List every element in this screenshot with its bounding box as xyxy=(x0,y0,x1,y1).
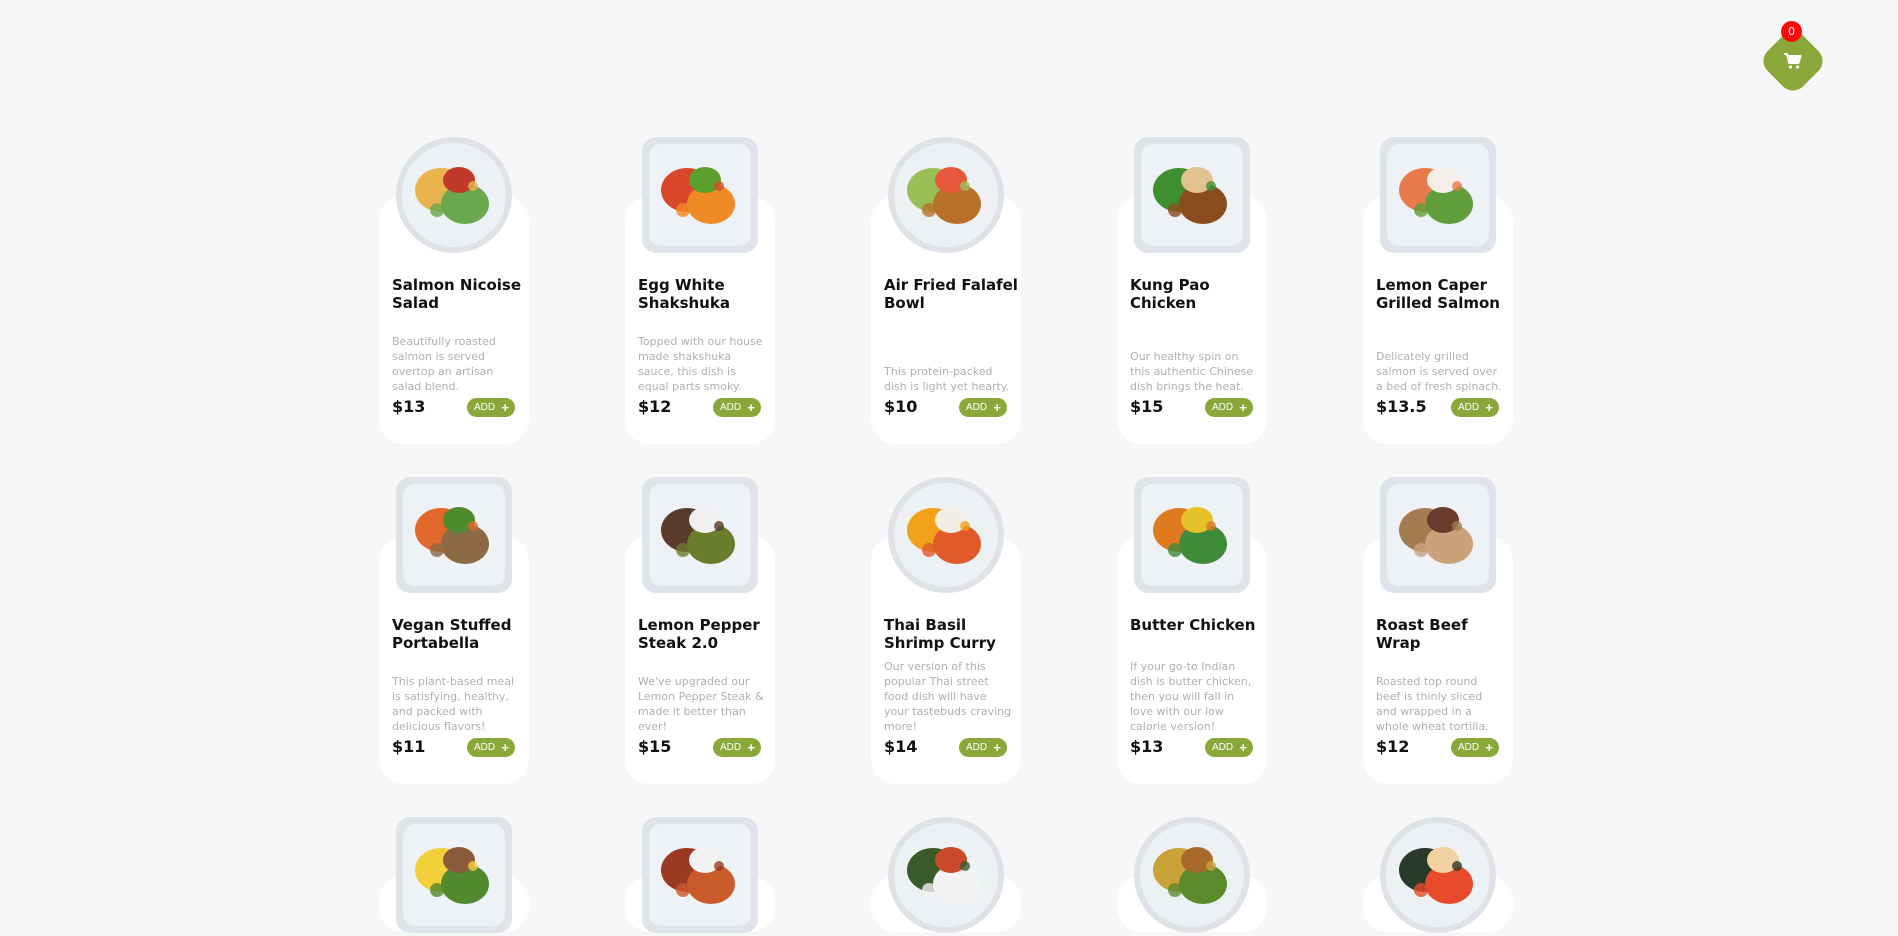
dish-image[interactable] xyxy=(393,134,515,256)
plus-icon: + xyxy=(993,400,1001,415)
dish-description: Our healthy spin on this authentic Chine… xyxy=(1130,350,1254,393)
dish-image[interactable] xyxy=(1131,814,1253,936)
dish-price: $14 xyxy=(884,737,918,756)
add-label: ADD xyxy=(1212,402,1234,413)
menu-grid: Salmon Nicoise Salad Beautifully roasted… xyxy=(379,132,1519,933)
menu-card[interactable]: ADD + xyxy=(871,812,1021,933)
plus-icon: + xyxy=(747,400,755,415)
dish-description: We've upgraded our Lemon Pepper Steak & … xyxy=(638,675,764,733)
dish-name: Air Fried Falafel Bowl xyxy=(884,276,1018,312)
dish-image[interactable] xyxy=(1131,134,1253,256)
dish-name: Salmon Nicoise Salad xyxy=(392,276,522,312)
dish-price: $13 xyxy=(392,397,426,416)
dish-image[interactable] xyxy=(885,814,1007,936)
add-to-cart-button[interactable]: ADD + xyxy=(959,398,1007,417)
plus-icon: + xyxy=(1485,400,1493,415)
add-label: ADD xyxy=(474,402,496,413)
dish-price: $11 xyxy=(392,737,426,756)
menu-card[interactable]: Thai Basil Shrimp Curry Our version of t… xyxy=(871,472,1021,784)
dish-name: Egg White Shakshuka xyxy=(638,276,730,312)
dish-price: $13.5 xyxy=(1376,397,1427,416)
dish-description: Our version of this popular Thai street … xyxy=(884,660,1012,733)
add-label: ADD xyxy=(1458,402,1480,413)
plus-icon: + xyxy=(747,740,755,755)
menu-card[interactable]: ADD + xyxy=(1117,812,1267,933)
dish-price: $15 xyxy=(638,737,672,756)
dish-image[interactable] xyxy=(393,474,515,596)
add-to-cart-button[interactable]: ADD + xyxy=(467,398,515,417)
dish-description: Topped with our house made shakshuka sau… xyxy=(638,335,763,393)
menu-card[interactable]: ADD + xyxy=(379,812,529,933)
plus-icon: + xyxy=(501,400,509,415)
dish-name: Thai Basil Shrimp Curry xyxy=(884,616,996,652)
dish-image[interactable] xyxy=(639,814,761,936)
menu-card[interactable]: Roast Beef Wrap Roasted top round beef i… xyxy=(1363,472,1513,784)
dish-description: This plant-based meal is satisfying, hea… xyxy=(392,675,514,733)
add-label: ADD xyxy=(474,742,496,753)
menu-card[interactable]: Salmon Nicoise Salad Beautifully roasted… xyxy=(379,132,529,444)
add-to-cart-button[interactable]: ADD + xyxy=(713,738,761,757)
dish-description: Roasted top round beef is thinly sliced … xyxy=(1376,675,1489,733)
dish-description: Beautifully roasted salmon is served ove… xyxy=(392,335,496,393)
plus-icon: + xyxy=(501,740,509,755)
dish-description: If your go-to Indian dish is butter chic… xyxy=(1130,660,1252,733)
dish-image[interactable] xyxy=(639,134,761,256)
plus-icon: + xyxy=(1239,740,1247,755)
dish-price: $15 xyxy=(1130,397,1164,416)
menu-card[interactable]: Air Fried Falafel Bowl This protein-pack… xyxy=(871,132,1021,444)
add-to-cart-button[interactable]: ADD + xyxy=(1451,738,1499,757)
dish-name: Lemon Pepper Steak 2.0 xyxy=(638,616,760,652)
add-to-cart-button[interactable]: ADD + xyxy=(1205,738,1253,757)
add-label: ADD xyxy=(720,742,742,753)
dish-image[interactable] xyxy=(1377,474,1499,596)
dish-price: $12 xyxy=(1376,737,1410,756)
dish-price: $10 xyxy=(884,397,918,416)
cart-icon[interactable] xyxy=(1779,47,1807,75)
add-to-cart-button[interactable]: ADD + xyxy=(467,738,515,757)
add-label: ADD xyxy=(1458,742,1480,753)
menu-card[interactable]: ADD + xyxy=(625,812,775,933)
dish-image[interactable] xyxy=(1377,814,1499,936)
menu-card[interactable]: ADD + xyxy=(1363,812,1513,933)
plus-icon: + xyxy=(993,740,1001,755)
menu-card[interactable]: Lemon Caper Grilled Salmon Delicately gr… xyxy=(1363,132,1513,444)
dish-name: Roast Beef Wrap xyxy=(1376,616,1468,652)
menu-card[interactable]: Lemon Pepper Steak 2.0 We've upgraded ou… xyxy=(625,472,775,784)
plus-icon: + xyxy=(1485,740,1493,755)
add-to-cart-button[interactable]: ADD + xyxy=(959,738,1007,757)
add-to-cart-button[interactable]: ADD + xyxy=(1205,398,1253,417)
dish-description: This protein-packed dish is light yet he… xyxy=(884,365,1010,393)
dish-image[interactable] xyxy=(885,134,1007,256)
add-to-cart-button[interactable]: ADD + xyxy=(713,398,761,417)
dish-name: Lemon Caper Grilled Salmon xyxy=(1376,276,1500,312)
dish-price: $12 xyxy=(638,397,672,416)
menu-card[interactable]: Egg White Shakshuka Topped with our hous… xyxy=(625,132,775,444)
add-label: ADD xyxy=(1212,742,1234,753)
dish-description: Delicately grilled salmon is served over… xyxy=(1376,350,1502,393)
dish-name: Butter Chicken xyxy=(1130,616,1256,634)
add-label: ADD xyxy=(966,742,988,753)
menu-card[interactable]: Butter Chicken If your go-to Indian dish… xyxy=(1117,472,1267,784)
menu-card[interactable]: Vegan Stuffed Portabella This plant-base… xyxy=(379,472,529,784)
plus-icon: + xyxy=(1239,400,1247,415)
add-to-cart-button[interactable]: ADD + xyxy=(1451,398,1499,417)
cart-count-badge: 0 xyxy=(1781,21,1802,42)
dish-image[interactable] xyxy=(1131,474,1253,596)
dish-price: $13 xyxy=(1130,737,1164,756)
dish-image[interactable] xyxy=(393,814,515,936)
menu-card[interactable]: Kung Pao Chicken Our healthy spin on thi… xyxy=(1117,132,1267,444)
dish-image[interactable] xyxy=(639,474,761,596)
dish-name: Kung Pao Chicken xyxy=(1130,276,1210,312)
dish-image[interactable] xyxy=(1377,134,1499,256)
dish-name: Vegan Stuffed Portabella xyxy=(392,616,512,652)
add-label: ADD xyxy=(720,402,742,413)
add-label: ADD xyxy=(966,402,988,413)
dish-image[interactable] xyxy=(885,474,1007,596)
